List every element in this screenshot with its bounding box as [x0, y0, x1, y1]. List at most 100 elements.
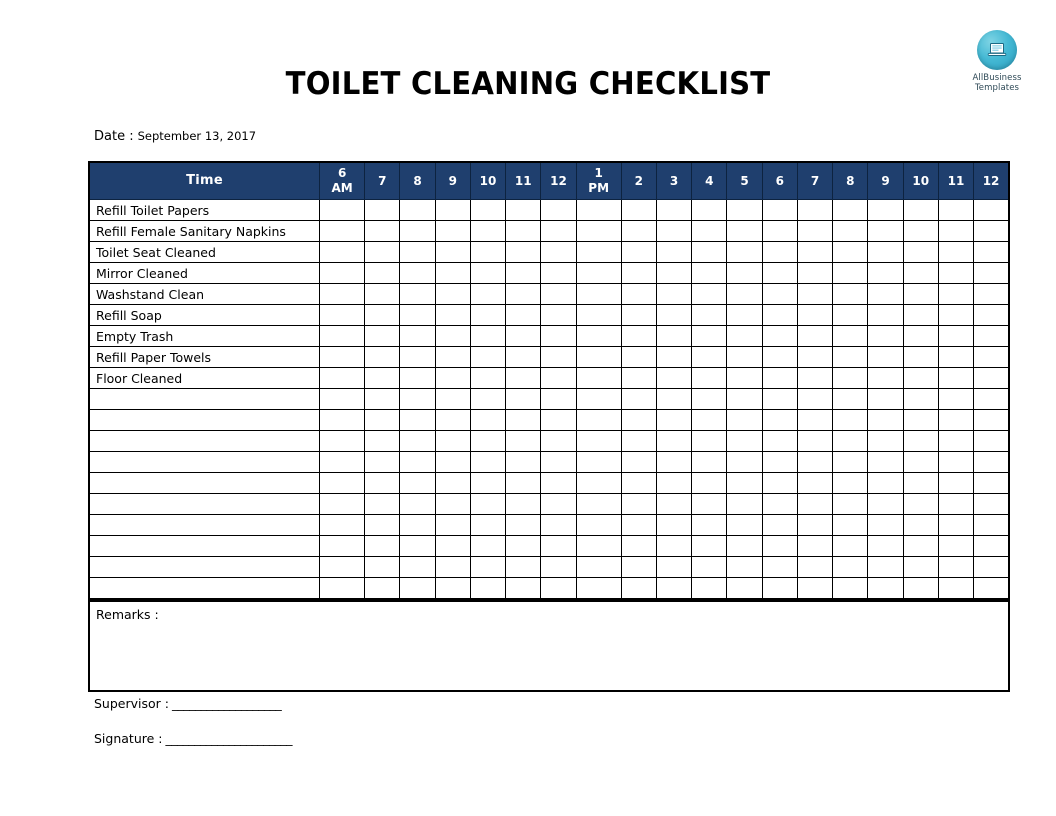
checkbox-cell[interactable] [399, 220, 436, 242]
checkbox-cell[interactable] [655, 493, 693, 515]
checkbox-cell[interactable] [796, 304, 834, 326]
checkbox-cell[interactable] [937, 514, 975, 536]
checkbox-cell[interactable] [902, 367, 939, 389]
checkbox-cell[interactable] [973, 451, 1010, 473]
checkbox-cell[interactable] [691, 283, 728, 305]
checkbox-cell[interactable] [796, 577, 834, 600]
checkbox-cell[interactable] [399, 535, 436, 557]
checkbox-cell[interactable] [319, 493, 366, 515]
checkbox-cell[interactable] [832, 577, 869, 600]
checkbox-cell[interactable] [761, 367, 798, 389]
checkbox-cell[interactable] [902, 241, 939, 263]
checkbox-cell[interactable] [540, 304, 577, 326]
checkbox-cell[interactable] [796, 262, 834, 284]
checkbox-cell[interactable] [937, 472, 975, 494]
checkbox-cell[interactable] [726, 241, 763, 263]
checkbox-cell[interactable] [937, 367, 975, 389]
checkbox-cell[interactable] [319, 220, 366, 242]
checkbox-cell[interactable] [902, 325, 939, 347]
checkbox-cell[interactable] [505, 577, 542, 600]
checkbox-cell[interactable] [469, 220, 507, 242]
checkbox-cell[interactable] [434, 472, 471, 494]
checkbox-cell[interactable] [620, 556, 657, 578]
checkbox-cell[interactable] [655, 388, 693, 410]
checkbox-cell[interactable] [655, 409, 693, 431]
checkbox-cell[interactable] [319, 514, 366, 536]
checkbox-cell[interactable] [620, 346, 657, 368]
checkbox-cell[interactable] [505, 367, 542, 389]
checkbox-cell[interactable] [937, 535, 975, 557]
checkbox-cell[interactable] [364, 556, 401, 578]
checkbox-cell[interactable] [726, 430, 763, 452]
checkbox-cell[interactable] [434, 388, 471, 410]
checkbox-cell[interactable] [761, 304, 798, 326]
task-label[interactable]: Refill Soap [88, 304, 321, 326]
checkbox-cell[interactable] [973, 535, 1010, 557]
checkbox-cell[interactable] [655, 472, 693, 494]
checkbox-cell[interactable] [364, 304, 401, 326]
checkbox-cell[interactable] [832, 283, 869, 305]
task-label[interactable] [88, 493, 321, 515]
checkbox-cell[interactable] [655, 430, 693, 452]
checkbox-cell[interactable] [761, 346, 798, 368]
checkbox-cell[interactable] [832, 367, 869, 389]
checkbox-cell[interactable] [434, 451, 471, 473]
checkbox-cell[interactable] [575, 472, 622, 494]
checkbox-cell[interactable] [319, 346, 366, 368]
checkbox-cell[interactable] [796, 367, 834, 389]
checkbox-cell[interactable] [364, 577, 401, 600]
checkbox-cell[interactable] [364, 241, 401, 263]
checkbox-cell[interactable] [575, 304, 622, 326]
task-label[interactable] [88, 430, 321, 452]
checkbox-cell[interactable] [691, 241, 728, 263]
checkbox-cell[interactable] [540, 535, 577, 557]
checkbox-cell[interactable] [434, 514, 471, 536]
checkbox-cell[interactable] [902, 493, 939, 515]
checkbox-cell[interactable] [469, 388, 507, 410]
checkbox-cell[interactable] [761, 241, 798, 263]
checkbox-cell[interactable] [319, 556, 366, 578]
checkbox-cell[interactable] [319, 262, 366, 284]
checkbox-cell[interactable] [505, 199, 542, 221]
checkbox-cell[interactable] [761, 325, 798, 347]
checkbox-cell[interactable] [364, 346, 401, 368]
checkbox-cell[interactable] [832, 472, 869, 494]
checkbox-cell[interactable] [575, 430, 622, 452]
checkbox-cell[interactable] [575, 262, 622, 284]
checkbox-cell[interactable] [655, 283, 693, 305]
checkbox-cell[interactable] [832, 241, 869, 263]
checkbox-cell[interactable] [469, 409, 507, 431]
checkbox-cell[interactable] [937, 304, 975, 326]
checkbox-cell[interactable] [399, 409, 436, 431]
checkbox-cell[interactable] [505, 388, 542, 410]
checkbox-cell[interactable] [434, 556, 471, 578]
checkbox-cell[interactable] [575, 451, 622, 473]
checkbox-cell[interactable] [902, 304, 939, 326]
checkbox-cell[interactable] [540, 409, 577, 431]
checkbox-cell[interactable] [655, 514, 693, 536]
checkbox-cell[interactable] [937, 556, 975, 578]
checkbox-cell[interactable] [761, 388, 798, 410]
checkbox-cell[interactable] [867, 220, 904, 242]
checkbox-cell[interactable] [691, 535, 728, 557]
checkbox-cell[interactable] [364, 472, 401, 494]
checkbox-cell[interactable] [761, 283, 798, 305]
checkbox-cell[interactable] [796, 556, 834, 578]
task-label[interactable] [88, 472, 321, 494]
checkbox-cell[interactable] [867, 472, 904, 494]
checkbox-cell[interactable] [469, 262, 507, 284]
checkbox-cell[interactable] [505, 262, 542, 284]
checkbox-cell[interactable] [434, 241, 471, 263]
checkbox-cell[interactable] [691, 409, 728, 431]
checkbox-cell[interactable] [505, 409, 542, 431]
checkbox-cell[interactable] [691, 220, 728, 242]
checkbox-cell[interactable] [937, 346, 975, 368]
checkbox-cell[interactable] [761, 514, 798, 536]
checkbox-cell[interactable] [540, 346, 577, 368]
checkbox-cell[interactable] [937, 262, 975, 284]
checkbox-cell[interactable] [655, 304, 693, 326]
remarks-box[interactable]: Remarks : [88, 600, 1010, 692]
checkbox-cell[interactable] [832, 430, 869, 452]
checkbox-cell[interactable] [540, 472, 577, 494]
checkbox-cell[interactable] [319, 283, 366, 305]
